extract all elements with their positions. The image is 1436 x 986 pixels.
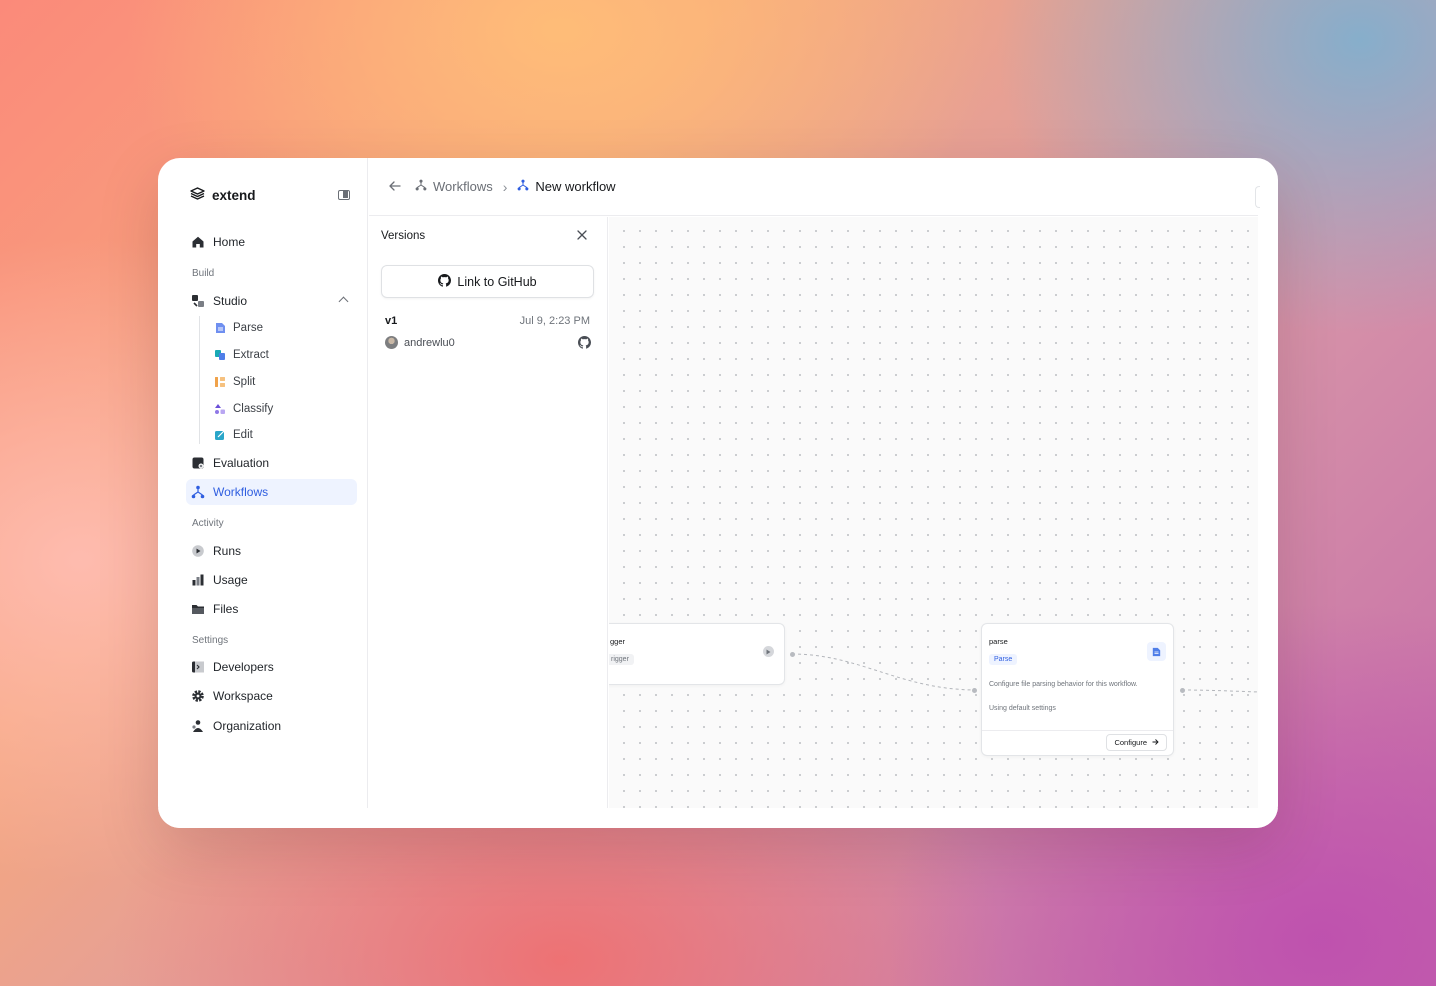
evaluation-icon — [191, 456, 205, 470]
node-title: parse — [989, 637, 1008, 646]
section-label-settings: Settings — [192, 635, 229, 646]
sidebar-subitem-label: Edit — [233, 429, 253, 441]
sidebar-item-label: Developers — [213, 660, 274, 674]
back-arrow-icon[interactable] — [389, 178, 405, 195]
sidebar-item-label: Evaluation — [213, 456, 270, 470]
close-icon[interactable] — [577, 227, 587, 243]
arrow-right-icon — [1152, 738, 1159, 747]
sidebar-item-label: Home — [213, 235, 246, 249]
tree-line — [199, 316, 200, 444]
sidebar-item-label: Organization — [213, 719, 282, 733]
header-action-edge[interactable] — [1255, 186, 1260, 208]
sidebar: extend Home Build Studio Parse Extract S… — [158, 158, 368, 808]
chevron-right-icon: › — [502, 178, 508, 195]
extract-icon — [214, 349, 226, 361]
workflows-icon — [191, 485, 205, 499]
sidebar-item-workspace[interactable]: Workspace — [186, 683, 357, 709]
configure-label: Configure — [1114, 738, 1147, 747]
workflows-icon — [415, 179, 427, 194]
version-author-name: andrewlu0 — [404, 336, 455, 349]
avatar — [385, 336, 398, 349]
node-description: Configure file parsing behavior for this… — [989, 681, 1138, 688]
sidebar-item-developers[interactable]: Developers — [186, 654, 357, 680]
sidebar-item-label: Usage — [213, 573, 248, 587]
github-icon[interactable] — [578, 336, 591, 354]
app-window: extend Home Build Studio Parse Extract S… — [158, 158, 1278, 828]
sidebar-subitem-label: Classify — [233, 403, 274, 415]
play-icon[interactable] — [763, 646, 774, 657]
github-icon — [438, 273, 452, 290]
sidebar-item-label: Workflows — [213, 485, 269, 499]
versions-panel: Versions Link to GitHub v1 Jul 9, 2:23 P… — [369, 217, 608, 808]
studio-icon — [191, 294, 205, 308]
workspace-icon — [191, 689, 205, 703]
top-bar: Workflows › New workflow — [369, 158, 1260, 216]
extend-logo-icon — [190, 187, 205, 203]
sidebar-item-files[interactable]: Files — [186, 596, 357, 622]
sidebar-subitem-classify[interactable]: Classify — [214, 398, 273, 420]
node-divider — [982, 730, 1173, 731]
node-settings-status: Using default settings — [989, 705, 1056, 712]
brand[interactable]: extend — [190, 187, 256, 203]
breadcrumb-current: New workflow — [517, 179, 616, 194]
parse-icon — [214, 322, 226, 334]
edit-icon — [214, 429, 226, 441]
sidebar-item-evaluation[interactable]: Evaluation — [186, 450, 357, 476]
sidebar-item-label: Studio — [213, 294, 248, 308]
runs-icon — [191, 544, 205, 558]
developers-icon — [191, 660, 205, 674]
brand-name: extend — [212, 187, 256, 203]
trigger-output-handle[interactable] — [790, 652, 795, 657]
node-type-pill: Parse — [989, 654, 1018, 665]
section-label-activity: Activity — [192, 518, 224, 529]
workflows-icon — [517, 179, 529, 194]
sidebar-item-studio[interactable]: Studio — [186, 288, 357, 314]
files-icon — [191, 602, 205, 616]
breadcrumb-label: Workflows — [433, 179, 493, 194]
parse-output-handle[interactable] — [1180, 688, 1185, 693]
sidebar-item-label: Workspace — [213, 689, 273, 703]
sidebar-item-usage[interactable]: Usage — [186, 567, 357, 593]
node-type-pill: rigger — [609, 654, 634, 665]
sidebar-item-workflows[interactable]: Workflows — [186, 479, 357, 505]
sidebar-item-runs[interactable]: Runs — [186, 538, 357, 564]
configure-button[interactable]: Configure — [1106, 734, 1167, 751]
parse-node[interactable]: parse Parse Configure file parsing behav… — [981, 623, 1174, 756]
node-title: gger — [610, 637, 626, 646]
sidebar-toggle-icon[interactable] — [338, 190, 350, 200]
sidebar-subitem-parse[interactable]: Parse — [214, 317, 263, 339]
sidebar-item-label: Files — [213, 602, 239, 616]
parse-input-handle[interactable] — [972, 688, 977, 693]
sidebar-subitem-extract[interactable]: Extract — [214, 344, 269, 366]
sidebar-subitem-label: Parse — [233, 322, 264, 334]
usage-icon — [191, 573, 205, 587]
window-bottom-padding — [158, 808, 1278, 828]
link-github-button[interactable]: Link to GitHub — [381, 265, 594, 298]
workflow-canvas[interactable]: gger rigger parse Parse Configure file p… — [609, 217, 1258, 808]
version-date: Jul 9, 2:23 PM — [519, 315, 590, 327]
sidebar-subitem-split[interactable]: Split — [214, 371, 255, 393]
sidebar-item-label: Runs — [213, 544, 242, 558]
versions-title: Versions — [381, 230, 426, 242]
breadcrumb-workflows[interactable]: Workflows — [415, 179, 493, 194]
sidebar-subitem-edit[interactable]: Edit — [214, 424, 253, 446]
link-github-label: Link to GitHub — [457, 274, 537, 289]
sidebar-item-organization[interactable]: Organization — [186, 713, 357, 739]
version-name[interactable]: v1 — [385, 315, 397, 327]
version-author: andrewlu0 — [385, 336, 455, 349]
trigger-node[interactable]: gger rigger — [609, 623, 785, 685]
sidebar-subitem-label: Split — [233, 376, 256, 388]
parse-icon — [1147, 642, 1166, 661]
sidebar-item-home[interactable]: Home — [186, 229, 357, 255]
sidebar-subitem-label: Extract — [233, 349, 269, 361]
home-icon — [191, 235, 205, 249]
split-icon — [214, 376, 226, 388]
section-label-build: Build — [192, 268, 215, 279]
classify-icon — [214, 403, 226, 415]
page-title: New workflow — [535, 179, 616, 194]
organization-icon — [191, 719, 205, 733]
